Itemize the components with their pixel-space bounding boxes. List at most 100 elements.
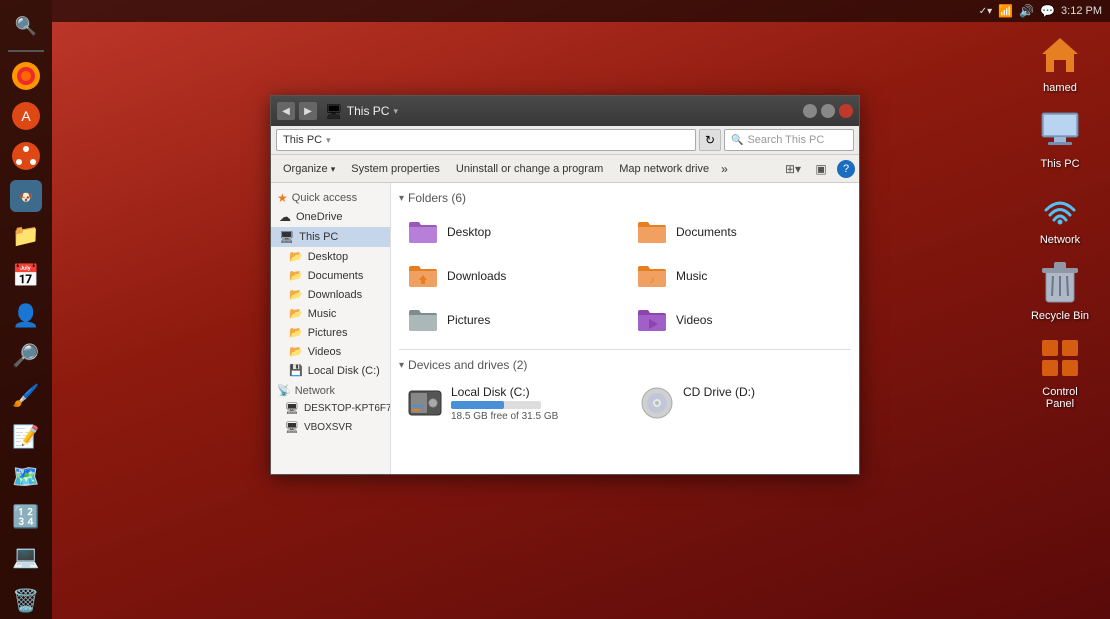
- folder-desktop[interactable]: Desktop: [399, 213, 622, 251]
- drive-local-disk[interactable]: Local Disk (C:) 18.5 GB free of 31.5 GB: [399, 380, 619, 427]
- documents-folder-label: Documents: [676, 225, 737, 239]
- folder-videos[interactable]: Videos: [628, 301, 851, 339]
- taskbar-search-icon[interactable]: 🔍: [5, 8, 47, 44]
- cd-drive-icon: [639, 385, 675, 421]
- window-controls: [803, 104, 853, 118]
- drive-cd[interactable]: CD Drive (D:): [631, 380, 851, 427]
- tray-network-icon[interactable]: 📶: [998, 4, 1013, 18]
- folder-pictures[interactable]: Pictures: [399, 301, 622, 339]
- sidebar-item-onedrive[interactable]: ☁ OneDrive: [271, 207, 390, 227]
- taskbar-gimp-icon[interactable]: 🐶: [5, 178, 47, 214]
- taskbar-magnifier-icon[interactable]: 🔎: [5, 338, 47, 374]
- system-tray: ✓▾ 📶 🔊 💬 3:12 PM: [979, 4, 1102, 18]
- music-sidebar-label: Music: [308, 308, 337, 320]
- desktop-icon-recycle-bin[interactable]: Recycle Bin: [1020, 258, 1100, 322]
- this-pc-icon: [1036, 106, 1084, 154]
- sidebar-item-local-disk[interactable]: 💾 Local Disk (C:): [271, 361, 390, 380]
- address-bar[interactable]: This PC ▾: [276, 129, 696, 151]
- forward-button[interactable]: ▶: [299, 102, 317, 120]
- tray-chat-icon[interactable]: 💬: [1040, 4, 1055, 18]
- videos-sidebar-icon: 📂: [289, 345, 303, 358]
- this-pc-sidebar-label: This PC: [299, 231, 338, 243]
- tray-volume-icon[interactable]: 🔊: [1019, 4, 1034, 18]
- sidebar-item-documents[interactable]: 📂 Documents: [271, 266, 390, 285]
- desktop-kpt6f75-icon: 🖥: [285, 402, 299, 415]
- refresh-button[interactable]: ↻: [699, 129, 721, 151]
- cd-drive-name: CD Drive (D:): [683, 385, 755, 399]
- view-options-button[interactable]: ⊞▾: [781, 158, 805, 180]
- folders-toggle-icon[interactable]: ▾: [399, 193, 404, 204]
- hamed-label: hamed: [1043, 82, 1077, 94]
- folder-documents[interactable]: Documents: [628, 213, 851, 251]
- network-sidebar-icon: 📡: [277, 384, 291, 397]
- svg-text:♪: ♪: [650, 275, 655, 286]
- videos-sidebar-label: Videos: [308, 346, 341, 358]
- sidebar-item-music[interactable]: 📂 Music: [271, 304, 390, 323]
- pictures-folder-icon: [407, 306, 439, 334]
- taskbar-ubuntu-icon[interactable]: [5, 138, 47, 174]
- local-disk-icon: [407, 385, 443, 421]
- title-dropdown-icon[interactable]: ▾: [393, 104, 407, 118]
- taskbar-paint-icon[interactable]: 🖌️: [5, 378, 47, 414]
- taskbar-calculator-icon[interactable]: 🔢: [5, 499, 47, 535]
- folder-music[interactable]: ♪ Music: [628, 257, 851, 295]
- vboxsvr-label: VBOXSVR: [304, 422, 352, 433]
- cd-drive-info: CD Drive (D:): [683, 385, 755, 399]
- taskbar-files-icon[interactable]: 📁: [5, 218, 47, 254]
- desktop-kpt6f75-label: DESKTOP-KPT6F75: [304, 403, 390, 414]
- this-pc-sidebar-icon: 🖥: [279, 230, 294, 244]
- map-network-button[interactable]: Map network drive: [611, 158, 717, 180]
- local-disk-info: Local Disk (C:) 18.5 GB free of 31.5 GB: [451, 385, 558, 422]
- taskbar-notes-icon[interactable]: 📝: [5, 419, 47, 455]
- local-disk-sidebar-icon: 💾: [289, 364, 303, 377]
- desktop-icon-hamed[interactable]: hamed: [1020, 30, 1100, 94]
- drives-toggle-icon[interactable]: ▾: [399, 360, 404, 371]
- help-button[interactable]: ?: [837, 160, 855, 178]
- organize-button[interactable]: Organize ▾: [275, 158, 343, 180]
- onedrive-label: OneDrive: [296, 211, 342, 223]
- file-explorer-window: ◀ ▶ 🖥 This PC ▾ This PC ▾ ↻ 🔍 Search Thi…: [270, 95, 860, 475]
- toolbar-more-button[interactable]: »: [717, 162, 732, 176]
- local-disk-sidebar-label: Local Disk (C:): [308, 365, 380, 377]
- back-button[interactable]: ◀: [277, 102, 295, 120]
- sidebar-item-this-pc[interactable]: 🖥 This PC: [271, 227, 390, 247]
- details-pane-button[interactable]: ▣: [809, 158, 833, 180]
- network-icon: [1036, 182, 1084, 230]
- taskbar-people-icon[interactable]: 👤: [5, 298, 47, 334]
- sidebar-quick-access-header: ★ Quick access: [271, 187, 390, 207]
- desktop-icon-control-panel[interactable]: ControlPanel: [1020, 334, 1100, 410]
- system-properties-button[interactable]: System properties: [343, 158, 448, 180]
- control-panel-icon: [1036, 334, 1084, 382]
- desktop-sidebar-icon: 📂: [289, 250, 303, 263]
- sidebar-item-videos[interactable]: 📂 Videos: [271, 342, 390, 361]
- search-bar[interactable]: 🔍 Search This PC: [724, 129, 854, 151]
- content-area: ★ Quick access ☁ OneDrive 🖥 This PC 📂 De…: [271, 183, 859, 474]
- taskbar-terminal-icon[interactable]: 💻: [5, 539, 47, 575]
- taskbar-software-icon[interactable]: A: [5, 98, 47, 134]
- local-disk-bar-fill: [451, 401, 504, 409]
- folder-downloads[interactable]: Downloads: [399, 257, 622, 295]
- desktop-icon-this-pc[interactable]: This PC: [1020, 106, 1100, 170]
- sidebar-item-pictures[interactable]: 📂 Pictures: [271, 323, 390, 342]
- sidebar-item-downloads[interactable]: 📂 Downloads: [271, 285, 390, 304]
- taskbar-firefox-icon[interactable]: [5, 58, 47, 94]
- maximize-button[interactable]: [821, 104, 835, 118]
- taskbar-trash-icon[interactable]: 🗑️: [5, 583, 47, 619]
- desktop-icon-network[interactable]: Network: [1020, 182, 1100, 246]
- downloads-sidebar-label: Downloads: [308, 289, 362, 301]
- svg-text:🐶: 🐶: [19, 192, 33, 204]
- this-pc-label: This PC: [1040, 158, 1079, 170]
- sidebar-item-desktop-kpt6f75[interactable]: 🖥 DESKTOP-KPT6F75: [271, 399, 390, 418]
- close-button[interactable]: [839, 104, 853, 118]
- address-dropdown-icon[interactable]: ▾: [326, 135, 331, 146]
- music-sidebar-icon: 📂: [289, 307, 303, 320]
- uninstall-button[interactable]: Uninstall or change a program: [448, 158, 611, 180]
- sidebar-item-desktop[interactable]: 📂 Desktop: [271, 247, 390, 266]
- quick-access-label: Quick access: [292, 192, 357, 204]
- taskbar-maps-icon[interactable]: 🗺️: [5, 459, 47, 495]
- window-title-icon: 🖥: [325, 103, 343, 120]
- sidebar-item-vboxsvr[interactable]: 🖥 VBOXSVR: [271, 418, 390, 437]
- drives-section-label: Devices and drives (2): [408, 358, 527, 372]
- minimize-button[interactable]: [803, 104, 817, 118]
- taskbar-calendar-icon[interactable]: 📅: [5, 258, 47, 294]
